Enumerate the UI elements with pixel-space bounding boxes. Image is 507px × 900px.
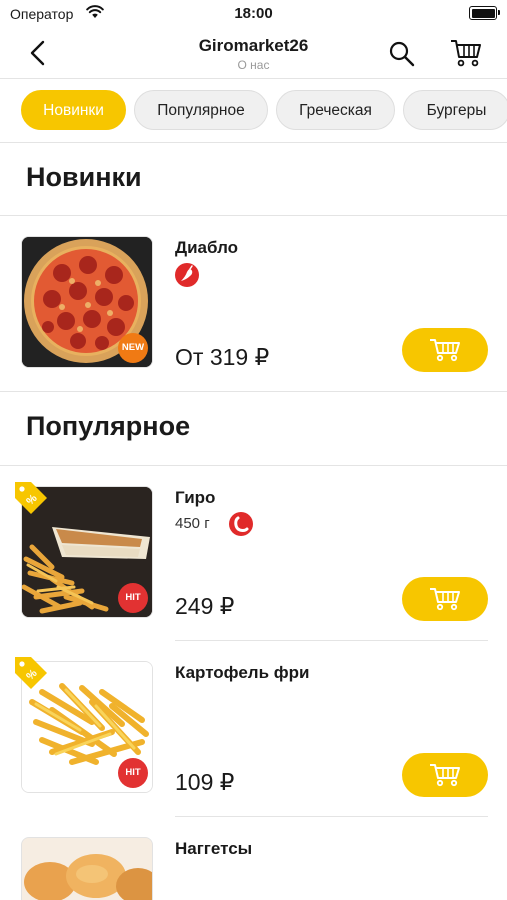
category-chip-greek[interactable]: Греческая: [276, 90, 395, 130]
hit-badge: HIT: [118, 758, 148, 788]
chili-icon: [175, 263, 199, 287]
product-name: Наггетсы: [175, 839, 253, 858]
hit-badge: HIT: [118, 583, 148, 613]
product-image-nuggets[interactable]: [21, 837, 153, 900]
battery-icon: [469, 6, 500, 20]
add-to-cart-button[interactable]: [402, 753, 488, 797]
discount-tag-icon: %: [15, 482, 47, 514]
section-title-new: Новинки: [26, 162, 142, 192]
product-name: Картофель фри: [175, 663, 310, 682]
cart-icon: [430, 588, 460, 611]
product-price: 249 ₽: [175, 593, 235, 619]
divider: [0, 465, 507, 466]
category-chip-burgers[interactable]: Бургеры: [403, 90, 507, 130]
section-title-popular: Популярное: [26, 411, 191, 441]
cart-icon: [430, 339, 460, 362]
category-chip-new[interactable]: Новинки: [21, 90, 126, 130]
cart-icon: [430, 764, 460, 787]
divider: [175, 816, 488, 817]
product-price: 109 ₽: [175, 769, 235, 795]
add-to-cart-button[interactable]: [402, 577, 488, 621]
status-bar: Оператор 18:00: [0, 0, 507, 28]
store-title: Giromarket26: [198, 36, 309, 55]
sausage-icon: [229, 512, 253, 536]
divider: [0, 215, 507, 216]
clock: 18:00: [234, 5, 273, 22]
nav-bar: Giromarket26 О нас: [0, 28, 507, 79]
category-tabs: Новинки Популярное Греческая Бургеры: [0, 79, 507, 143]
product-image-diablo[interactable]: NEW: [21, 236, 153, 368]
product-price: От 319 ₽: [175, 344, 270, 370]
divider: [0, 391, 507, 392]
add-to-cart-button[interactable]: [402, 328, 488, 372]
nuggets-image: [22, 838, 152, 900]
category-chip-popular[interactable]: Популярное: [134, 90, 268, 130]
discount-tag-icon: %: [15, 657, 47, 689]
divider: [175, 640, 488, 641]
product-name: Гиро: [175, 488, 216, 507]
new-badge: NEW: [118, 333, 148, 363]
product-name: Диабло: [175, 238, 239, 257]
cart-icon[interactable]: [450, 38, 482, 68]
search-icon[interactable]: [388, 40, 416, 68]
product-weight: 450 г: [175, 515, 210, 532]
about-link[interactable]: О нас: [0, 58, 507, 72]
